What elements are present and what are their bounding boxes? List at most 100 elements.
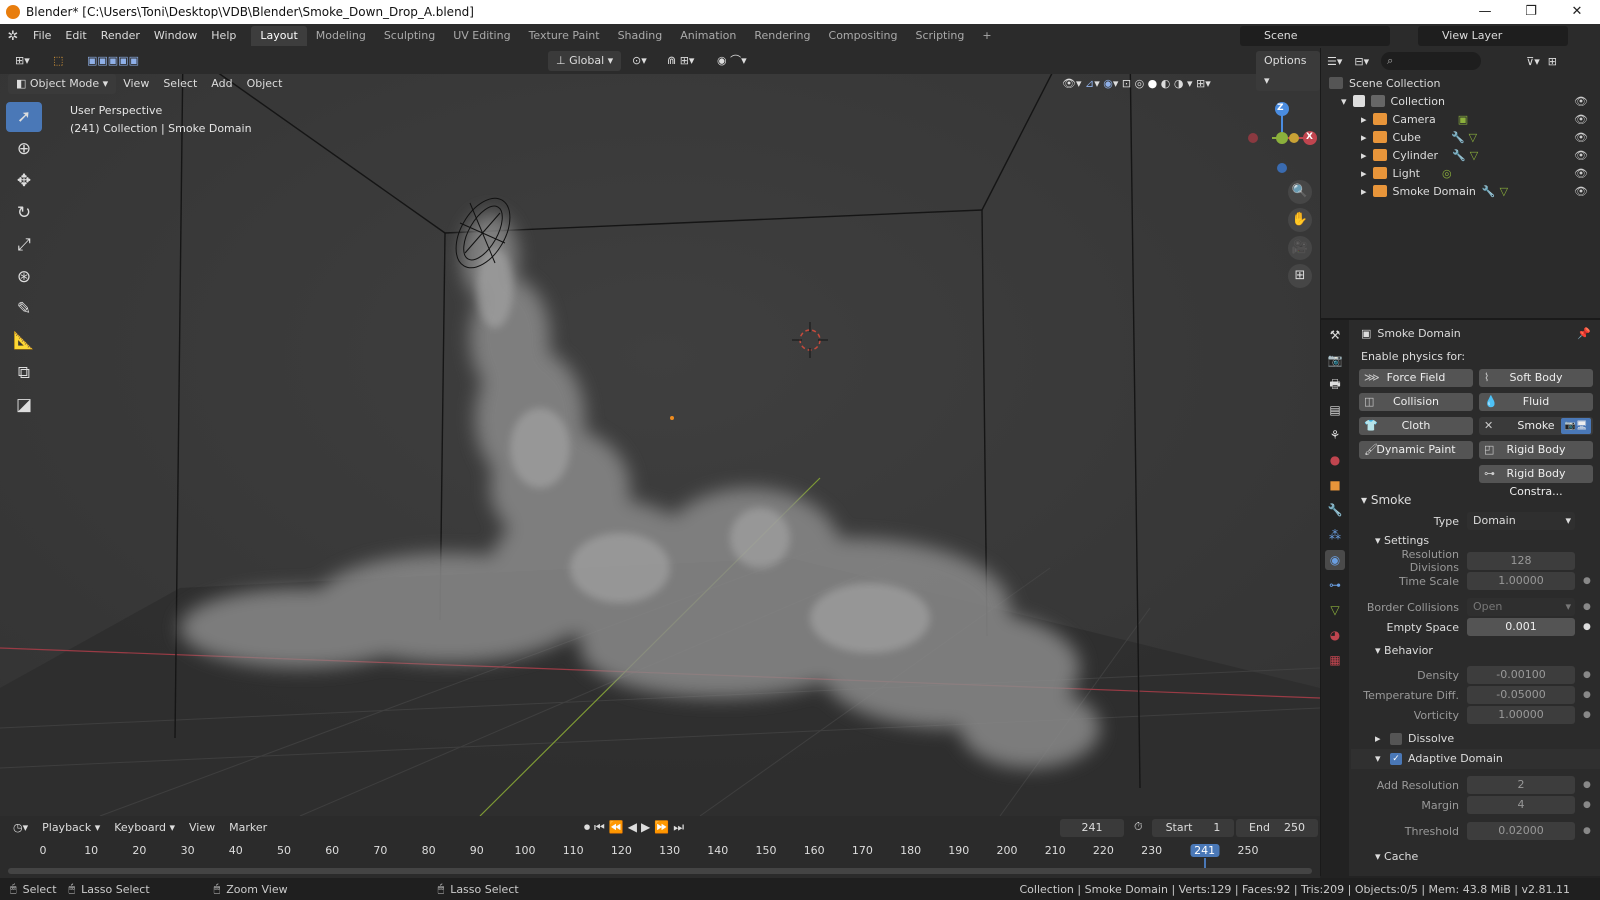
physics-tab-icon[interactable]: ◉ [1325, 550, 1345, 570]
prev-keyframe-icon[interactable]: ⏪ [609, 820, 628, 834]
outliner-item-cube[interactable]: ▸ Cube 🔧 ▽ 👁 [1321, 128, 1600, 146]
add-plane-tool[interactable]: ◪ [6, 390, 42, 420]
dissolve-checkbox[interactable] [1390, 733, 1403, 745]
pin-icon[interactable]: 📌 [1577, 327, 1591, 340]
timeline-editor-icon[interactable]: ◷▾ [6, 818, 35, 838]
cursor-tool[interactable]: ⊕ [6, 134, 42, 164]
resolution-field[interactable]: 128 [1467, 552, 1575, 570]
time-scale-field[interactable]: 1.00000 [1467, 572, 1575, 590]
soft-body-button[interactable]: ⌇ Soft Body [1479, 369, 1593, 387]
smoke-domain-eye-icon[interactable]: 👁 [1574, 185, 1588, 198]
keyframe-dot-icon[interactable]: ● [1583, 780, 1591, 790]
output-tab-icon[interactable]: 🖶 [1325, 375, 1345, 395]
keyframe-dot-icon[interactable]: ● [1583, 670, 1591, 680]
keyframe-dot-icon[interactable]: ● [1583, 690, 1591, 700]
gizmo-z-label[interactable]: Z [1277, 103, 1284, 113]
play-reverse-icon[interactable]: ◀ [628, 820, 641, 834]
collapse-arrow-icon[interactable]: ▸ [1361, 167, 1367, 180]
snap-icon[interactable]: ⋒ ⊞▾ [660, 51, 701, 71]
collapse-arrow-icon[interactable]: ▸ [1361, 113, 1367, 126]
stopwatch-icon[interactable]: ⏱ [1134, 820, 1143, 834]
modifiers-tab-icon[interactable]: 🔧 [1325, 500, 1345, 520]
material-tab-icon[interactable]: ◕ [1325, 625, 1345, 645]
texture-tab-icon[interactable]: ▦ [1325, 650, 1345, 670]
add-cube-tool[interactable]: ⧉ [6, 358, 42, 388]
outliner-item-light[interactable]: ▸ Light ◎ 👁 [1321, 164, 1600, 182]
type-dropdown[interactable]: Domain ▾ [1467, 512, 1575, 530]
keying-menu[interactable]: Keyboard ▾ [107, 818, 182, 838]
menu-add[interactable]: Add [204, 74, 239, 94]
mesh-data-icon[interactable]: ▽ [1500, 185, 1508, 198]
jump-start-icon[interactable]: ⏮ [594, 820, 609, 834]
add-resolution-field[interactable]: 2 [1467, 776, 1575, 794]
keyframe-dot-icon[interactable]: ● [1583, 826, 1591, 836]
outliner-search-field[interactable]: ⌕ [1381, 52, 1482, 70]
collision-button[interactable]: ◫ Collision [1359, 393, 1473, 411]
filter-icon[interactable]: ⊽▾ [1526, 55, 1540, 68]
cache-subpanel-header[interactable]: ▾ Cache [1351, 847, 1600, 867]
new-collection-icon[interactable]: ⊞ [1548, 55, 1557, 68]
render-tab-icon[interactable]: 📷 [1325, 350, 1345, 370]
menu-window[interactable]: Window [147, 24, 204, 48]
menu-edit[interactable]: Edit [58, 24, 93, 48]
mesh-data-icon[interactable]: ▽ [1469, 131, 1477, 144]
mode-dropdown[interactable]: ◧ Object Mode ▾ [8, 74, 117, 94]
scene-collection-row[interactable]: Scene Collection [1321, 74, 1600, 92]
light-data-icon[interactable]: ◎ [1442, 167, 1452, 180]
border-collisions-dropdown[interactable]: Open ▾ [1467, 598, 1575, 616]
select-tool-icon[interactable]: ⬚ [46, 51, 70, 71]
dynamic-paint-button[interactable]: 🖌 Dynamic Paint [1359, 441, 1473, 459]
move-tool[interactable]: ✥ [6, 166, 42, 196]
behavior-subpanel-header[interactable]: ▾ Behavior [1351, 641, 1600, 661]
outliner-item-cylinder[interactable]: ▸ Cylinder 🔧 ▽ 👁 [1321, 146, 1600, 164]
tab-uv-editing[interactable]: UV Editing [444, 26, 519, 46]
gizmo-x-label[interactable]: X [1306, 132, 1313, 142]
proportional-edit-icon[interactable]: ◉ ⌒▾ [710, 51, 754, 71]
add-workspace-button[interactable]: + [973, 26, 1000, 46]
annotate-tool[interactable]: ✎ [6, 294, 42, 324]
tool-tab-icon[interactable]: ⚒ [1325, 325, 1345, 345]
view-layer-tab-icon[interactable]: ▤ [1325, 400, 1345, 420]
smoke-panel-header[interactable]: ▾ Smoke [1351, 489, 1600, 511]
close-button[interactable]: ✕ [1554, 0, 1600, 24]
tab-layout[interactable]: Layout [251, 26, 307, 46]
constraints-tab-icon[interactable]: ⊶ [1325, 575, 1345, 595]
data-tab-icon[interactable]: ▽ [1325, 600, 1345, 620]
collapse-arrow-icon[interactable]: ▸ [1361, 185, 1367, 198]
object-tab-icon[interactable]: ■ [1325, 475, 1345, 495]
dissolve-subpanel-header[interactable]: ▸ Dissolve [1351, 729, 1600, 749]
blender-menu-icon[interactable]: ✲ [0, 29, 26, 44]
tab-scripting[interactable]: Scripting [906, 26, 973, 46]
temperature-field[interactable]: -0.05000 [1467, 686, 1575, 704]
cylinder-eye-icon[interactable]: 👁 [1574, 149, 1588, 162]
keyframe-dot-icon[interactable]: ● [1583, 622, 1591, 632]
smoke-visibility-icons[interactable]: 📷🖥 [1561, 418, 1591, 434]
next-keyframe-icon[interactable]: ⏩ [654, 820, 673, 834]
keyframe-dot-icon[interactable]: ● [1583, 576, 1591, 586]
zoom-icon[interactable]: 🔍 [1288, 180, 1312, 204]
play-icon[interactable]: ▶ [641, 820, 654, 834]
menu-object[interactable]: Object [240, 74, 290, 94]
tab-rendering[interactable]: Rendering [745, 26, 819, 46]
view-layer-selector[interactable]: View Layer [1418, 26, 1568, 46]
end-frame-field[interactable]: End 250 [1236, 819, 1318, 837]
particles-tab-icon[interactable]: ⁂ [1325, 525, 1345, 545]
select-box-tool[interactable]: ➚ [6, 102, 42, 132]
outliner-editor-icon[interactable]: ☰▾ [1327, 55, 1342, 68]
pan-hand-icon[interactable]: ✋ [1288, 208, 1312, 232]
empty-space-field[interactable]: 0.001 [1467, 618, 1575, 636]
editor-type-icon[interactable]: ⊞▾ [8, 51, 37, 71]
timeline-scrollbar[interactable] [8, 868, 1312, 874]
start-frame-field[interactable]: Start 1 [1152, 819, 1234, 837]
collapse-arrow-icon[interactable]: ▸ [1361, 149, 1367, 162]
tab-texture-paint[interactable]: Texture Paint [520, 26, 609, 46]
playback-menu[interactable]: Playback ▾ [35, 818, 107, 838]
cloth-button[interactable]: 👕 Cloth [1359, 417, 1473, 435]
light-eye-icon[interactable]: 👁 [1574, 167, 1588, 180]
menu-view[interactable]: View [116, 74, 156, 94]
expand-arrow-icon[interactable]: ▾ [1341, 95, 1347, 108]
viewport-visibility-icons[interactable]: 👁▾ ⊿▾ ◉▾ ⊡ ◎ ● ◐ ◑ ▾ ⊞▾ [1055, 74, 1218, 94]
world-tab-icon[interactable]: ● [1325, 450, 1345, 470]
transform-orientation-dropdown[interactable]: ⊥ Global ▾ [548, 51, 622, 71]
keyframe-dot-icon[interactable]: ● [1583, 602, 1591, 612]
